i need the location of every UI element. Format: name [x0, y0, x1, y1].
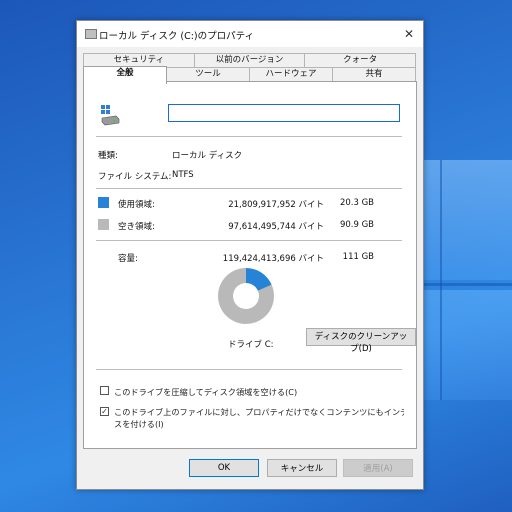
used-space-gb: 20.3 GB	[339, 198, 374, 208]
divider	[96, 240, 402, 241]
drive-letter-label: ドライブ C:	[228, 340, 274, 350]
type-value: ローカル ディスク	[172, 151, 243, 161]
properties-dialog: ローカル ディスク (C:)のプロパティ ✕ セキュリティ 以前のバージョン ク…	[76, 20, 424, 490]
used-space-swatch	[98, 197, 109, 208]
tab-strip: セキュリティ 以前のバージョン クォータ 全般 ツール ハードウェア 共有	[83, 53, 417, 84]
usage-donut-chart	[218, 268, 274, 324]
tab-sharing[interactable]: 共有	[332, 67, 416, 81]
desktop-window-logo-pane-bottom	[420, 290, 512, 400]
free-space-label: 空き領域:	[118, 222, 155, 232]
tab-hardware[interactable]: ハードウェア	[249, 67, 333, 81]
cancel-button[interactable]: キャンセル	[267, 459, 337, 477]
tab-quota[interactable]: クォータ	[304, 53, 417, 67]
divider	[96, 369, 402, 370]
index-label-line2: スを付ける(I)	[114, 419, 164, 429]
tab-security[interactable]: セキュリティ	[83, 53, 195, 67]
filesystem-label: ファイル システム:	[98, 172, 172, 182]
free-space-bytes: 97,614,495,744 バイト	[228, 222, 324, 232]
compress-label: このドライブを圧縮してディスク領域を空ける(C)	[114, 387, 298, 397]
used-space-bytes: 21,809,917,952 バイト	[228, 200, 324, 210]
free-space-gb: 90.9 GB	[339, 220, 374, 230]
filesystem-value: NTFS	[172, 170, 194, 180]
divider	[96, 188, 402, 189]
drive-icon	[101, 105, 120, 126]
index-checkbox[interactable]: ✓	[100, 407, 109, 416]
divider	[96, 136, 402, 137]
tab-tools[interactable]: ツール	[166, 67, 250, 81]
index-label-line1: このドライブ上のファイルに対し、プロパティだけでなくコンテンツにもインデックス	[114, 407, 404, 417]
free-space-swatch	[98, 219, 109, 230]
tab-previous-versions[interactable]: 以前のバージョン	[193, 53, 306, 67]
compress-checkbox[interactable]	[100, 386, 109, 395]
type-label: 種類:	[98, 151, 118, 161]
capacity-bytes: 119,424,413,696 バイト	[222, 254, 324, 264]
general-panel: 種類: ローカル ディスク ファイル システム: NTFS 使用領域: 21,8…	[83, 81, 417, 449]
title-bar[interactable]: ローカル ディスク (C:)のプロパティ ✕	[77, 21, 423, 47]
ok-button[interactable]: OK	[189, 459, 259, 477]
dialog-title: ローカル ディスク (C:)のプロパティ	[99, 31, 255, 42]
tab-row-bottom: 全般 ツール ハードウェア 共有	[83, 66, 416, 84]
drive-name-input[interactable]	[168, 104, 400, 122]
desktop-logo-divider	[440, 160, 442, 400]
tab-row-top: セキュリティ 以前のバージョン クォータ	[83, 53, 417, 67]
desktop-logo-hdivider	[420, 283, 512, 286]
apply-button[interactable]: 適用(A)	[343, 459, 413, 477]
tab-general[interactable]: 全般	[83, 66, 167, 84]
desktop-window-logo-pane-top	[420, 160, 512, 280]
donut-hole	[233, 283, 259, 309]
close-button[interactable]: ✕	[399, 24, 419, 44]
capacity-label: 容量:	[118, 254, 138, 264]
disk-cleanup-button[interactable]: ディスクのクリーンアップ(D)	[306, 328, 416, 354]
used-space-label: 使用領域:	[118, 200, 155, 210]
capacity-gb: 111 GB	[342, 252, 374, 262]
drive-title-icon	[85, 29, 97, 39]
